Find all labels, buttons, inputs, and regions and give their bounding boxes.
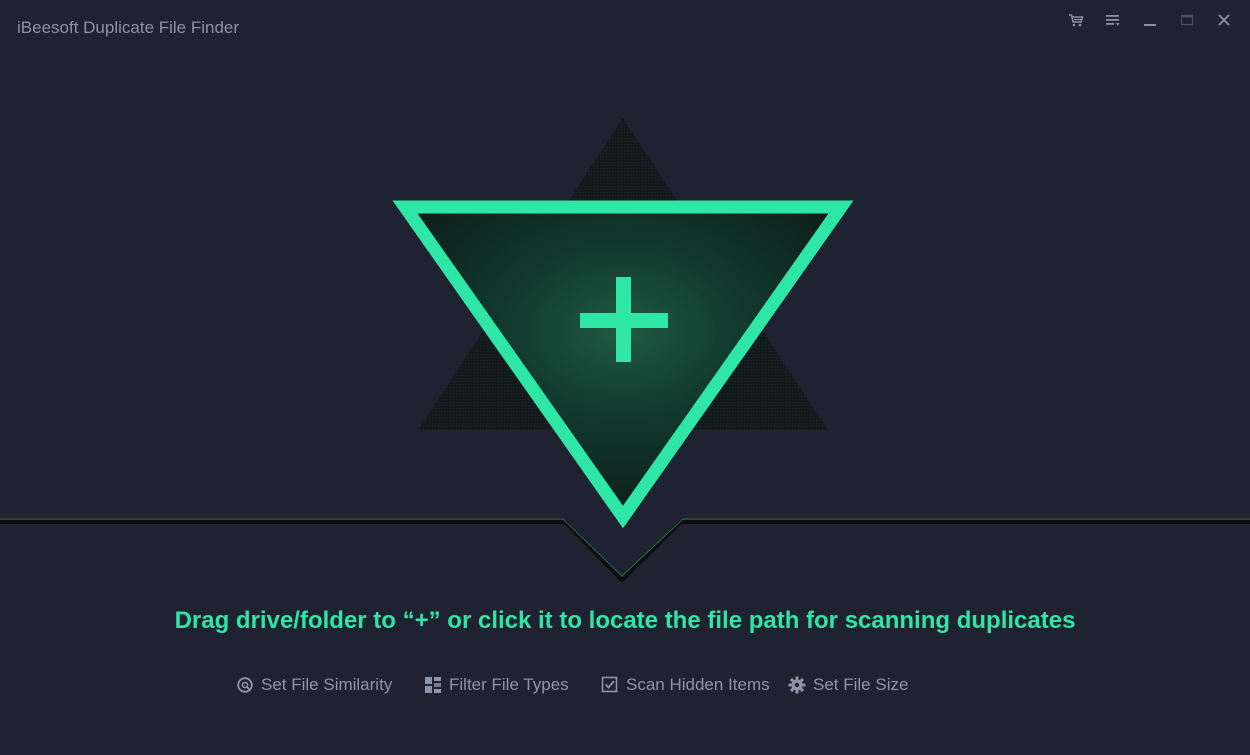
scan-hidden-items-option[interactable]: Scan Hidden Items [601, 672, 770, 698]
grid-icon [424, 676, 442, 694]
filter-file-types-option[interactable]: Filter File Types [424, 672, 569, 698]
scan-options: Set File Similarity Filter File Types Sc… [0, 672, 1250, 698]
set-file-size-label: Set File Size [813, 675, 909, 694]
drop-zone-graphic [0, 118, 1250, 583]
similarity-icon [236, 676, 254, 694]
drop-instruction: Drag drive/folder to “+” or click it to … [174, 607, 1076, 634]
filter-file-types-label: Filter File Types [449, 675, 569, 694]
scan-hidden-items-label: Scan Hidden Items [626, 675, 770, 694]
separator-line [0, 520, 1250, 583]
set-file-similarity-label: Set File Similarity [261, 675, 393, 694]
set-file-size-option[interactable]: Set File Size [788, 672, 908, 698]
checkbox-icon [601, 676, 619, 694]
set-file-similarity-option[interactable]: Set File Similarity [236, 672, 392, 698]
separator-highlight [0, 518, 1250, 577]
gear-icon [788, 676, 806, 694]
